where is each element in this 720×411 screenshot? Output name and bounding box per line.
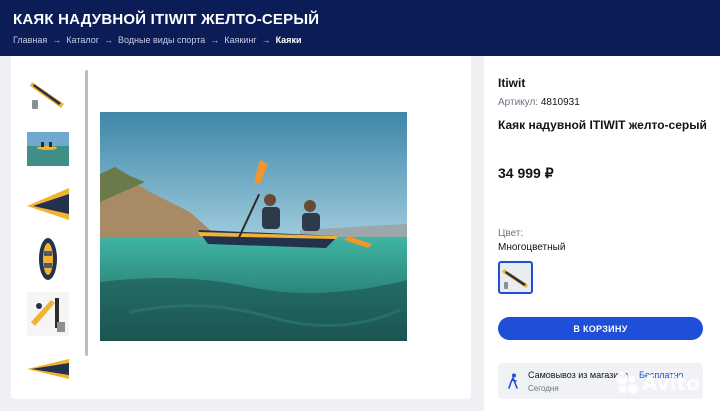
- avito-logo-text: Avito: [642, 371, 700, 395]
- add-to-cart-button[interactable]: В КОРЗИНУ: [498, 317, 703, 340]
- kayak-lake-photo-icon: [27, 132, 69, 166]
- breadcrumb-home[interactable]: Главная: [13, 35, 47, 45]
- color-value: Многоцветный: [498, 242, 566, 253]
- kayak-accessories-icon: [27, 292, 69, 336]
- kayak-yellow-icon: [501, 268, 528, 289]
- kayak-top-view-icon: [39, 238, 57, 280]
- breadcrumb-kayaks: Каяки: [275, 35, 302, 45]
- breadcrumb-catalog[interactable]: Каталог: [66, 35, 99, 45]
- avito-logo-icon: [616, 372, 638, 394]
- article-number: 4810931: [540, 97, 580, 108]
- pickup-when: Сегодня: [528, 384, 559, 393]
- arrow-right-icon: →: [103, 35, 113, 45]
- arrow-right-icon: →: [261, 35, 271, 45]
- thumbnail-kayak-top[interactable]: [27, 237, 69, 281]
- page-title: КАЯК НАДУВНОЙ ITIWIT ЖЕЛТО-СЕРЫЙ: [13, 11, 320, 28]
- avito-watermark: Avito: [614, 370, 700, 396]
- thumbnail-scrollbar[interactable]: [85, 70, 88, 356]
- thumbnail-kayak-yellow[interactable]: [27, 72, 69, 116]
- breadcrumb-kayaking[interactable]: Каякинг: [224, 35, 256, 45]
- arrow-right-icon: →: [52, 35, 62, 45]
- thumbnail-kayak-partial[interactable]: [27, 347, 69, 391]
- color-label: Цвет:: [498, 228, 524, 239]
- thumbnail-kayak-lake[interactable]: [27, 127, 69, 171]
- product-article: Артикул: 4810931: [498, 97, 580, 108]
- article-label: Артикул:: [498, 97, 539, 108]
- product-brand[interactable]: Itiwit: [498, 76, 525, 90]
- product-info-panel: Itiwit Артикул: 4810931 Каяк надувной IT…: [484, 56, 720, 411]
- product-price: 34 999 ₽: [498, 165, 554, 181]
- thumbnail-list: [27, 72, 73, 392]
- kayak-yellow-icon: [30, 82, 64, 109]
- thumbnail-kayak-front[interactable]: [27, 182, 69, 226]
- arrow-right-icon: →: [210, 35, 220, 45]
- kayak-two-paddlers-photo: [100, 112, 407, 341]
- color-swatch-multicolor[interactable]: [498, 261, 533, 294]
- kayak-front-icon: [27, 188, 69, 220]
- page-header: КАЯК НАДУВНОЙ ITIWIT ЖЕЛТО-СЕРЫЙ Главная…: [0, 0, 720, 56]
- thumbnail-kayak-accessories[interactable]: [27, 292, 69, 336]
- kayak-partial-icon: [27, 359, 69, 379]
- product-gallery: [11, 56, 471, 399]
- product-name: Каяк надувной ITIWIT желто-серый: [498, 118, 707, 132]
- breadcrumb: Главная → Каталог → Водные виды спорта →…: [13, 35, 301, 45]
- main-product-photo[interactable]: [100, 112, 407, 341]
- walking-person-icon: [508, 373, 518, 389]
- breadcrumb-water-sports[interactable]: Водные виды спорта: [118, 35, 205, 45]
